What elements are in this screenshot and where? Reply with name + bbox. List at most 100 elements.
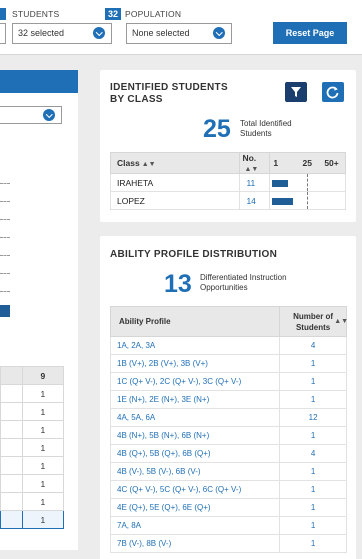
- ability-profile-name[interactable]: 1E (N+), 2E (N+), 3E (N+): [109, 390, 280, 409]
- table-row[interactable]: 1: [0, 438, 65, 457]
- class-count[interactable]: 14: [239, 191, 271, 210]
- ability-profile-name[interactable]: 1A, 2A, 3A: [109, 336, 280, 355]
- number-col-line2: Students: [295, 322, 331, 332]
- ability-profile-name[interactable]: 4E (Q+), 5E (Q+), 6E (Q+): [109, 498, 280, 517]
- ability-profile-count[interactable]: 1: [279, 534, 347, 553]
- table-row[interactable]: LOPEZ 14: [109, 191, 346, 210]
- chevron-down-icon: [93, 27, 105, 39]
- ability-profile-name[interactable]: 7A, 8A: [109, 516, 280, 535]
- ability-profile-count[interactable]: 4: [279, 336, 347, 355]
- ability-profile-name[interactable]: 7B (V-), 8B (V-): [109, 534, 280, 553]
- ability-profile-name[interactable]: 1B (V+), 2B (V+), 3B (V+): [109, 354, 280, 373]
- left-table-value: 1: [21, 384, 65, 403]
- left-table-value: 1: [21, 420, 65, 439]
- no-column-header[interactable]: No. ▲▼: [239, 152, 271, 174]
- identified-title-line1: IDENTIFIED STUDENTS: [110, 82, 228, 93]
- left-filter-select[interactable]: [0, 23, 6, 44]
- ability-profile-name[interactable]: 4B (V-), 5B (V-), 6B (V-): [109, 462, 280, 481]
- reset-page-button[interactable]: Reset Page: [273, 22, 347, 44]
- identified-total: 25: [203, 115, 231, 143]
- ability-caption: Differentiated Instruction Opportunities: [200, 273, 287, 293]
- left-panel-select[interactable]: [0, 106, 62, 124]
- ability-profile-count[interactable]: 1: [279, 498, 347, 517]
- table-row[interactable]: 4B (N+), 5B (N+), 6B (N+) 1: [109, 426, 347, 445]
- identified-caption-line2: Students: [240, 129, 272, 138]
- refresh-button[interactable]: [322, 82, 344, 102]
- class-bar: [272, 180, 289, 187]
- table-row[interactable]: 4B (V-), 5B (V-), 6B (V-) 1: [109, 462, 347, 481]
- ability-profile-count[interactable]: 1: [279, 372, 347, 391]
- table-row[interactable]: 1C (Q+ V-), 2C (Q+ V-), 3C (Q+ V-) 1: [109, 372, 347, 391]
- table-row[interactable]: 4C (Q+ V-), 5C (Q+ V-), 6C (Q+ V-) 1: [109, 480, 347, 499]
- table-row[interactable]: 4A, 5A, 6A 12: [109, 408, 347, 427]
- table-row[interactable]: 4B (Q+), 5B (Q+), 6B (Q+) 4: [109, 444, 347, 463]
- left-table-value: 1: [21, 474, 65, 493]
- ability-profile-count[interactable]: 4: [279, 444, 347, 463]
- number-col-line1: Number of: [293, 311, 334, 321]
- identified-caption: Total Identified Students: [240, 119, 292, 139]
- table-row[interactable]: 7A, 8A 1: [109, 516, 347, 535]
- left-table-value: 1: [21, 510, 65, 529]
- number-column-header[interactable]: Number of Students ▲▼: [279, 306, 348, 337]
- table-row[interactable]: 1: [0, 384, 65, 403]
- table-row[interactable]: 1: [0, 456, 65, 475]
- table-row[interactable]: IRAHETA 11: [109, 173, 346, 192]
- table-row[interactable]: 7B (V-), 8B (V-) 1: [109, 534, 347, 553]
- left-table-value: 1: [21, 492, 65, 511]
- filter-button[interactable]: [285, 82, 307, 102]
- ability-table: Ability Profile Number of Students ▲▼ 1A…: [109, 306, 348, 553]
- ability-profile-count[interactable]: 1: [279, 462, 347, 481]
- left-table-header-cell: [0, 366, 23, 385]
- class-count[interactable]: 11: [239, 173, 271, 192]
- table-row-selected[interactable]: 1: [0, 510, 65, 529]
- left-panel: 9 1 1 1 1 1 1 1 1: [0, 70, 78, 550]
- ability-profile-count[interactable]: 1: [279, 426, 347, 445]
- table-row[interactable]: 1A, 2A, 3A 4: [109, 336, 347, 355]
- class-bar: [272, 198, 293, 205]
- ability-profile-count[interactable]: 1: [279, 480, 347, 499]
- class-column-label: Class: [117, 158, 140, 168]
- chart-gridline: [0, 237, 10, 238]
- left-panel-header: [0, 70, 78, 93]
- table-row[interactable]: 1B (V+), 2B (V+), 3B (V+) 1: [109, 354, 347, 373]
- ability-profile-count[interactable]: 1: [279, 390, 347, 409]
- chart-bar: [0, 305, 10, 317]
- class-table: Class ▲▼ No.▲▼ 1 25 50+ IRAHETA 11 LOPEZ …: [109, 152, 346, 210]
- table-row[interactable]: 1: [0, 474, 65, 493]
- ability-profile-name[interactable]: 4B (Q+), 5B (Q+), 6B (Q+): [109, 444, 280, 463]
- ability-profile-name[interactable]: 4C (Q+ V-), 5C (Q+ V-), 6C (Q+ V-): [109, 480, 280, 499]
- class-column-header[interactable]: Class ▲▼: [109, 152, 241, 174]
- class-name: LOPEZ: [109, 191, 241, 210]
- students-select[interactable]: 32 selected: [12, 23, 112, 44]
- ability-profile-name[interactable]: 4B (N+), 5B (N+), 6B (N+): [109, 426, 280, 445]
- ability-profile-card: ABILITY PROFILE DISTRIBUTION 13 Differen…: [100, 236, 356, 559]
- identified-title-line2: BY CLASS: [110, 94, 163, 105]
- table-row[interactable]: 1: [0, 492, 65, 511]
- scale-label-1: 1: [273, 158, 279, 168]
- students-badge: [0, 8, 6, 20]
- students-badge-wrap: [0, 8, 10, 20]
- left-table-value: 1: [21, 402, 65, 421]
- ability-caption-line2: Opportunities: [200, 283, 248, 292]
- left-table: 9 1 1 1 1 1 1 1 1: [0, 366, 65, 529]
- profile-column-header[interactable]: Ability Profile: [109, 306, 281, 337]
- ability-profile-count[interactable]: 1: [279, 516, 347, 535]
- identified-caption-line1: Total Identified: [240, 119, 292, 128]
- ability-profile-count[interactable]: 1: [279, 354, 347, 373]
- chart-gridline: [0, 291, 10, 292]
- table-row[interactable]: 4E (Q+), 5E (Q+), 6E (Q+) 1: [109, 498, 347, 517]
- ability-profile-count[interactable]: 12: [279, 408, 347, 427]
- chart-gridline: [0, 201, 10, 202]
- ability-profile-name[interactable]: 1C (Q+ V-), 2C (Q+ V-), 3C (Q+ V-): [109, 372, 280, 391]
- population-select[interactable]: None selected: [126, 23, 232, 44]
- ability-profile-name[interactable]: 4A, 5A, 6A: [109, 408, 280, 427]
- midline: [307, 192, 309, 209]
- ability-rows: 1A, 2A, 3A 4 1B (V+), 2B (V+), 3B (V+) 1 1C …: [109, 336, 347, 553]
- table-row[interactable]: 1E (N+), 2E (N+), 3E (N+) 1: [109, 390, 347, 409]
- table-row[interactable]: 1: [0, 402, 65, 421]
- refresh-icon: [326, 86, 339, 99]
- population-select-value: None selected: [132, 28, 190, 38]
- class-table-header: Class ▲▼ No.▲▼ 1 25 50+: [109, 152, 346, 174]
- midline: [307, 174, 309, 191]
- table-row[interactable]: 1: [0, 420, 65, 439]
